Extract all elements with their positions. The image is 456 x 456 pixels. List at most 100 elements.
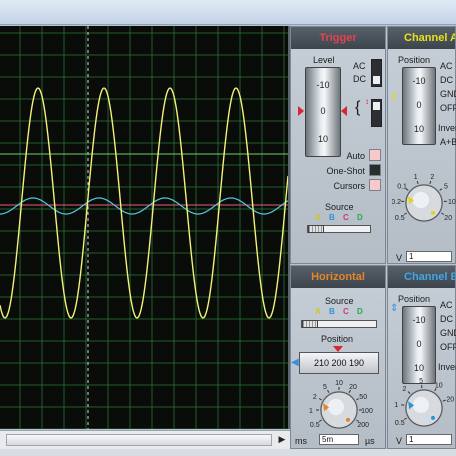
trigger-level-drum[interactable]: -10 0 10 bbox=[305, 67, 341, 157]
trigger-source-c[interactable]: C bbox=[343, 213, 349, 222]
horizontal-dial-tick-label: 100 bbox=[361, 408, 373, 415]
oscilloscope-screen bbox=[0, 26, 290, 429]
horizontal-dial-tick-mark bbox=[318, 398, 322, 401]
trigger-level-tick: 10 bbox=[317, 134, 328, 144]
channel-a-dial-tick-mark bbox=[429, 180, 432, 185]
scroll-right-arrow-icon[interactable]: ▶ bbox=[276, 433, 288, 445]
window-titlebar bbox=[0, 0, 456, 25]
horizontal-source-slider[interactable] bbox=[301, 320, 377, 328]
horizontal-dial-tick-label: 200 bbox=[357, 422, 369, 429]
trigger-source-label: Source bbox=[325, 202, 354, 212]
trigger-source-d[interactable]: D bbox=[357, 213, 363, 222]
level-marker-left-icon bbox=[298, 106, 304, 116]
channel-a-dial-scale: 0.5 0.2 0.1 1 2 5 10 20 bbox=[391, 174, 456, 222]
channel-b-position-tick: 10 bbox=[413, 363, 424, 373]
channel-a-dial-tick-label: 2 bbox=[430, 174, 434, 181]
channel-a-dial-knob-highlight bbox=[412, 191, 430, 209]
trigger-coupling-switch[interactable] bbox=[371, 59, 382, 87]
level-marker-right-icon bbox=[341, 106, 347, 116]
channel-a-title: Channel A bbox=[388, 27, 455, 49]
trigger-oneshot-checkbox[interactable] bbox=[369, 164, 381, 176]
channel-a-dial-tick-label: 20 bbox=[444, 215, 452, 222]
channel-b-dial-fine-pointer-icon bbox=[431, 415, 435, 420]
channel-a-unit: V bbox=[396, 253, 403, 263]
trigger-edge-switch[interactable] bbox=[371, 99, 382, 127]
horizontal-source-label: Source bbox=[325, 296, 354, 306]
trigger-source-slider[interactable] bbox=[307, 225, 371, 233]
horizontal-dial-tick-mark bbox=[318, 419, 322, 422]
channel-a-position-drum[interactable]: -10 0 10 bbox=[402, 67, 436, 145]
trigger-cursors-checkbox[interactable] bbox=[369, 179, 381, 191]
channel-b-dial-tick-label: 0.5 bbox=[395, 420, 405, 427]
channel-a-volts-dial[interactable]: 0.5 0.2 0.1 1 2 5 10 20 bbox=[391, 151, 456, 251]
trigger-level-tick: 0 bbox=[320, 106, 326, 116]
channel-b-position-arrow-icon: ⇕ bbox=[390, 303, 399, 314]
channel-a-trace bbox=[0, 87, 288, 319]
horizontal-panel: Horizontal Source A B C D Position 210 2… bbox=[290, 265, 386, 449]
channel-a-volts-field[interactable]: 1 bbox=[406, 251, 452, 262]
channel-b-volts-field[interactable]: 1 bbox=[406, 434, 452, 445]
trigger-panel: Trigger Level -10 0 10 AC DC { ↕ Auto On… bbox=[290, 26, 386, 264]
horizontal-dial-tick-label: 50 bbox=[359, 394, 367, 401]
horizontal-dial-tick-mark bbox=[327, 389, 330, 393]
channel-b-gnd-label: GND bbox=[440, 328, 456, 338]
trigger-cursors-label: Cursors bbox=[333, 181, 365, 191]
trigger-source-a[interactable]: A bbox=[315, 213, 321, 222]
channel-b-position-tick: -10 bbox=[412, 315, 426, 325]
channel-a-dial-tick-label: 0.5 bbox=[395, 215, 405, 222]
channel-a-dial-tick-mark bbox=[439, 188, 443, 191]
horizontal-title: Horizontal bbox=[291, 266, 385, 288]
horizontal-source-b[interactable]: B bbox=[329, 307, 335, 316]
trigger-dc-label: DC bbox=[353, 74, 366, 84]
channel-b-title: Channel B bbox=[388, 266, 455, 288]
channel-b-ac-label: AC bbox=[440, 300, 453, 310]
channel-a-dial-tick-mark bbox=[416, 180, 419, 185]
channel-a-off-label: OFF bbox=[440, 103, 456, 113]
channel-b-panel: Channel B Position -10 0 10 ⇕ AC DC GND … bbox=[387, 265, 456, 449]
channel-a-dc-label: DC bbox=[440, 75, 453, 85]
channel-b-position-drum[interactable]: -10 0 10 bbox=[402, 306, 436, 384]
trigger-auto-checkbox[interactable] bbox=[369, 149, 381, 161]
trigger-level-tick: -10 bbox=[316, 80, 330, 90]
horizontal-timebase-dial[interactable]: 0.5 1 2 5 10 20 50 100 200 bbox=[293, 370, 385, 440]
horizontal-position-value: 190 bbox=[349, 358, 365, 368]
channel-a-panel: Channel A Position -10 0 10 ⇕ AC DC GND … bbox=[387, 26, 456, 264]
channel-b-dial-tick-mark bbox=[407, 391, 411, 394]
channel-a-position-arrow-icon: ⇕ bbox=[390, 92, 399, 103]
channel-a-ab-label: A+B bbox=[440, 137, 456, 147]
trigger-ac-label: AC bbox=[353, 61, 366, 71]
channel-b-volts-dial[interactable]: 0.5 1 2 5 10 20 bbox=[392, 374, 456, 438]
horizontal-dial-tick-label: 1 bbox=[309, 408, 313, 415]
horizontal-source-a[interactable]: A bbox=[315, 307, 321, 316]
horizontal-position-label: Position bbox=[321, 334, 354, 344]
horizontal-dial-tick-label: 20 bbox=[349, 384, 357, 391]
horizontal-dial-fine-pointer-icon bbox=[346, 417, 350, 422]
channel-a-dial-tick-label: 0.2 bbox=[392, 199, 401, 206]
trigger-oneshot-label: One-Shot bbox=[326, 166, 365, 176]
horizontal-source-d[interactable]: D bbox=[357, 307, 363, 316]
channel-b-dial-tick-label: 2 bbox=[403, 386, 407, 393]
channel-b-dial-tick-mark bbox=[403, 417, 407, 420]
channel-b-unit: V bbox=[396, 436, 403, 446]
channel-b-dial-tick-label: 10 bbox=[435, 382, 443, 389]
brace-icon: { bbox=[355, 99, 361, 116]
channel-b-dial-tick-label: 20 bbox=[446, 396, 454, 403]
horizontal-unit-ms: ms bbox=[295, 436, 307, 446]
channel-b-off-label: OFF bbox=[440, 342, 456, 352]
trigger-source-b[interactable]: B bbox=[329, 213, 335, 222]
channel-a-dial-tick-label: 0.1 bbox=[397, 184, 407, 191]
status-strip bbox=[0, 449, 456, 456]
horizontal-timebase-field[interactable]: 5m bbox=[319, 434, 359, 445]
scrollbar-thumb[interactable] bbox=[6, 434, 272, 446]
channel-a-dial-tick-label: 1 bbox=[414, 174, 418, 181]
channel-b-dial-tick-label: 1 bbox=[394, 402, 398, 409]
horizontal-scrollbar[interactable]: ▶ bbox=[0, 430, 290, 449]
horizontal-unit-us: µs bbox=[365, 436, 375, 446]
horizontal-dial-scale: 0.5 125 10 2050 100 200 bbox=[309, 380, 373, 429]
channel-a-position-label: Position bbox=[398, 55, 431, 65]
horizontal-source-c[interactable]: C bbox=[343, 307, 349, 316]
channel-b-invert-label: Invert bbox=[438, 362, 456, 372]
horizontal-position-value: 200 bbox=[331, 358, 347, 368]
channel-b-dial-scale: 0.5 1 2 5 1020 bbox=[394, 378, 454, 427]
scope-display bbox=[0, 26, 288, 429]
